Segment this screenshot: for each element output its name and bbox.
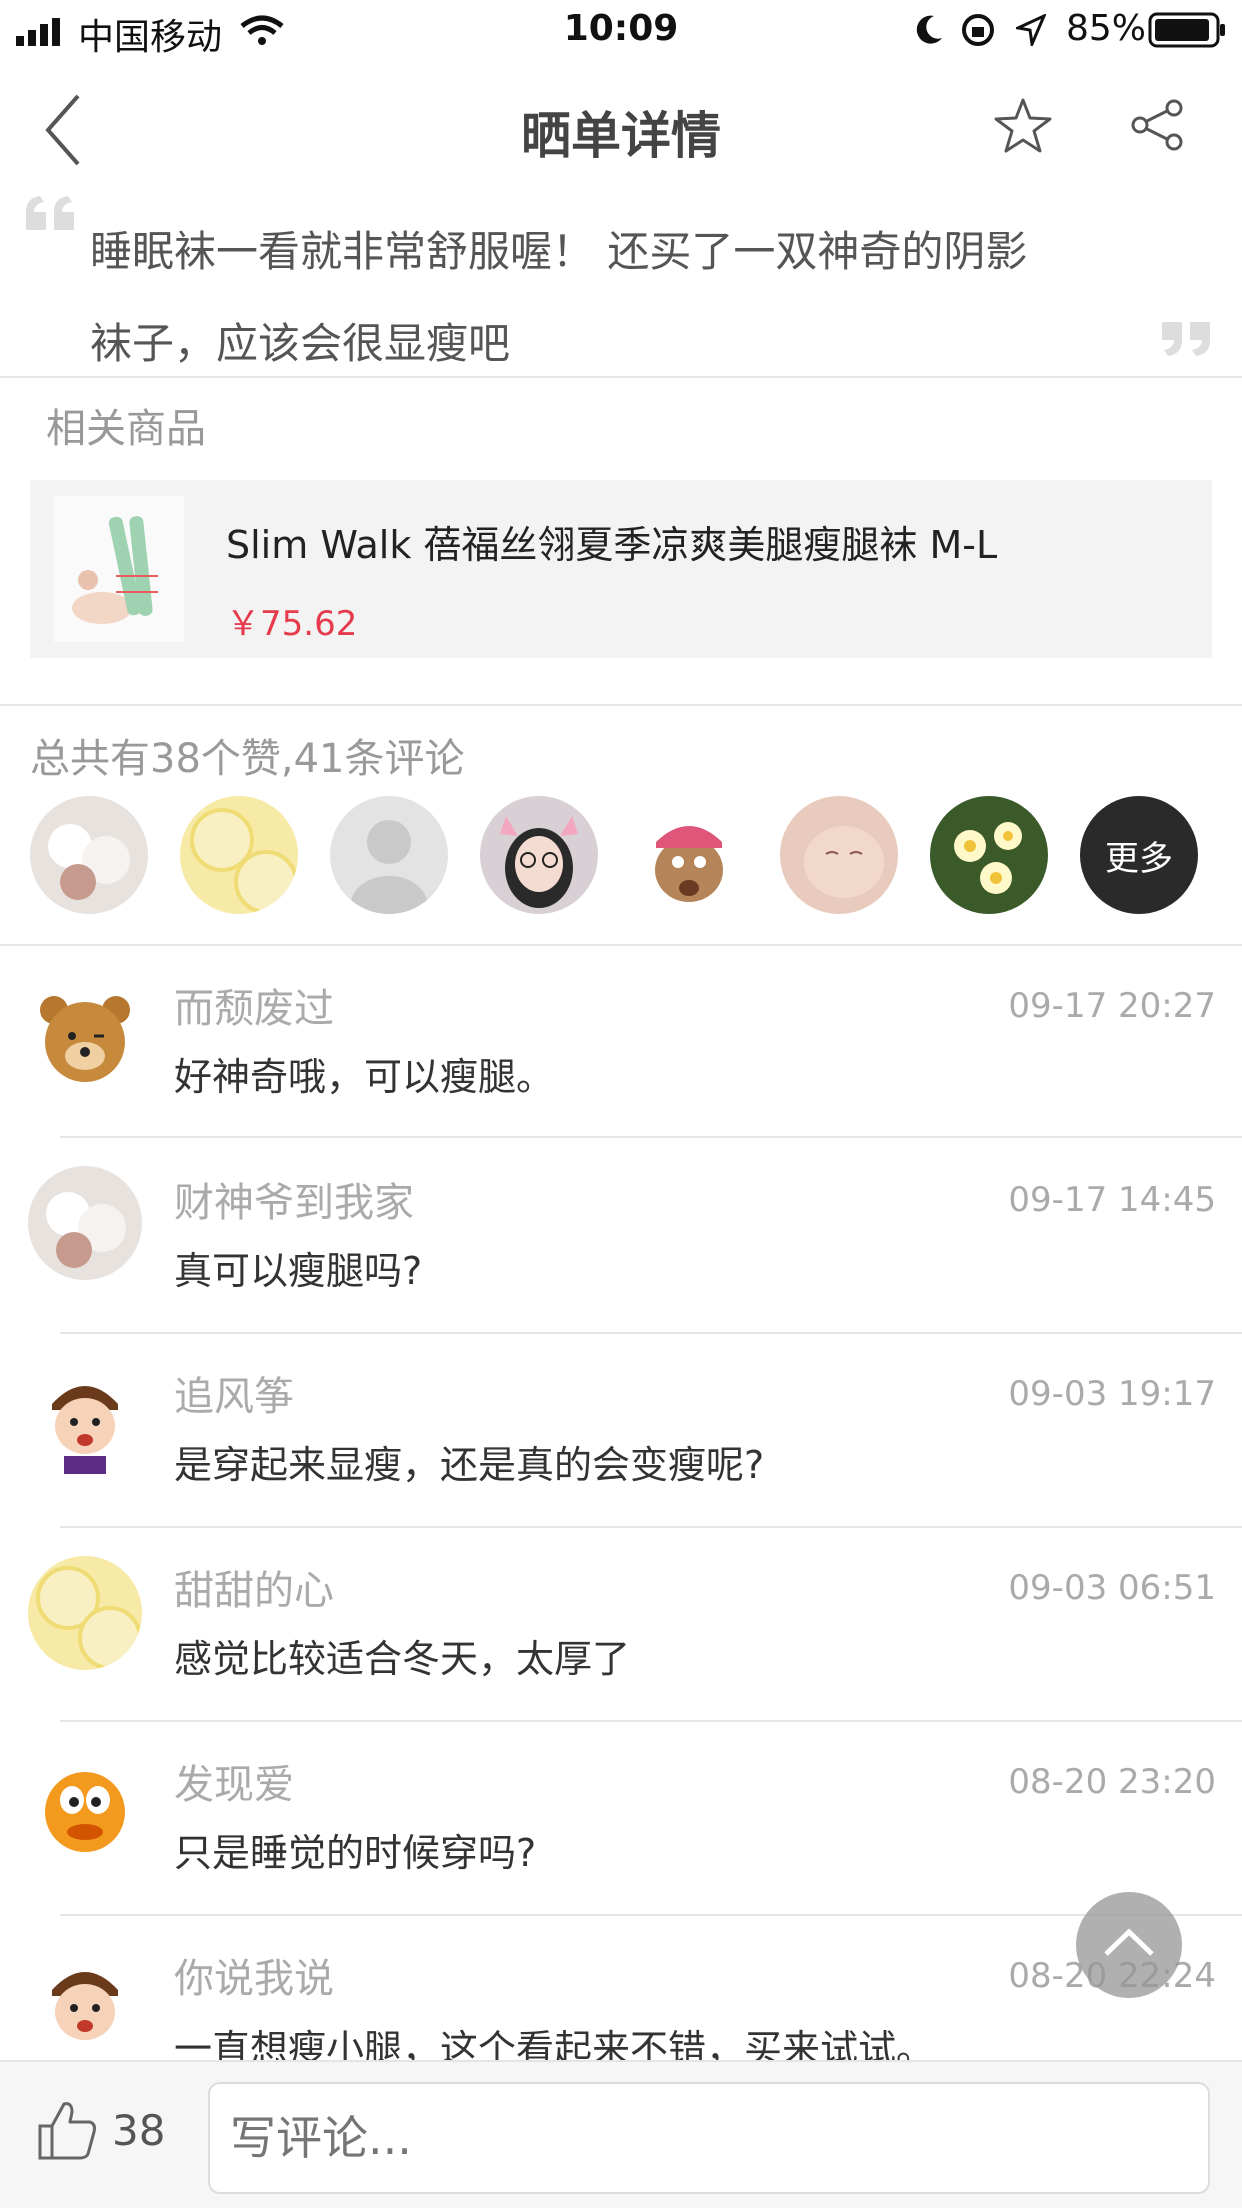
- commenter-avatar[interactable]: [28, 1364, 142, 1478]
- commenter-name: 发现爱: [174, 1762, 294, 1808]
- moon-icon: [916, 15, 942, 44]
- post-text: 睡眠袜一看就非常舒服喔！ 还买了一双神奇的阴影 袜子，应该会很显瘦吧: [90, 206, 1140, 390]
- more-likers-button[interactable]: 更多: [1080, 796, 1198, 914]
- divider: [60, 1526, 1242, 1528]
- more-label: 更多: [1105, 838, 1173, 879]
- related-section-title: 相关商品: [46, 406, 206, 452]
- divider: [60, 1136, 1242, 1138]
- avatar[interactable]: [930, 796, 1048, 914]
- scroll-to-top-button[interactable]: [1076, 1892, 1182, 1998]
- open-quote-icon: [26, 196, 74, 230]
- like-count: 38: [112, 2106, 166, 2155]
- divider: [60, 1720, 1242, 1722]
- product-image: [54, 496, 184, 642]
- likes-summary: 总共有38个赞,41条评论: [30, 736, 465, 782]
- divider: [60, 1332, 1242, 1334]
- location-icon: [1016, 14, 1046, 46]
- battery-percent: 85%: [1066, 8, 1147, 49]
- divider: [0, 376, 1242, 378]
- comment-time: 09-03 19:17: [1008, 1374, 1216, 1414]
- post-text-line: 睡眠袜一看就非常舒服喔！ 还买了一双神奇的阴影: [90, 227, 1028, 276]
- divider: [0, 704, 1242, 706]
- commenter-name: 财神爷到我家: [174, 1180, 414, 1226]
- comment-text: 感觉比较适合冬天，太厚了: [174, 1637, 631, 1681]
- divider: [0, 944, 1242, 946]
- comment-input[interactable]: [208, 2082, 1210, 2194]
- avatar[interactable]: [780, 796, 898, 914]
- comment-time: 09-17 20:27: [1008, 986, 1216, 1026]
- avatar[interactable]: [30, 796, 148, 914]
- comment-time: 08-20 23:20: [1008, 1762, 1216, 1802]
- comment-text: 是穿起来显瘦，还是真的会变瘦呢?: [174, 1443, 765, 1487]
- close-quote-icon: [1162, 322, 1210, 356]
- commenter-avatar[interactable]: [28, 1950, 142, 2064]
- commenter-name: 你说我说: [174, 1956, 334, 2002]
- bottom-bar: 38: [0, 2060, 1242, 2208]
- clock: 10:09: [563, 8, 679, 49]
- comment-text: 好神奇哦，可以瘦腿。: [174, 1055, 555, 1099]
- nav-bar: 晒单详情: [0, 62, 1242, 186]
- commenter-name: 而颓废过: [174, 986, 334, 1032]
- comment-text: 真可以瘦腿吗?: [174, 1249, 423, 1293]
- product-card[interactable]: Slim Walk 蓓福丝翎夏季凉爽美腿瘦腿袜 M-L ￥75.62: [30, 480, 1212, 658]
- battery-icon: [1148, 12, 1225, 48]
- thumbs-up-icon[interactable]: [36, 2098, 100, 2162]
- commenter-name: 追风筝: [174, 1374, 294, 1420]
- comment-text: 只是睡觉的时候穿吗?: [174, 1831, 537, 1875]
- commenter-avatar[interactable]: [28, 1166, 142, 1280]
- star-icon[interactable]: [992, 96, 1054, 156]
- avatar[interactable]: [480, 796, 598, 914]
- comment-time: 09-17 14:45: [1008, 1180, 1216, 1220]
- divider: [60, 1914, 1242, 1916]
- avatar[interactable]: [180, 796, 298, 914]
- rotation-lock-icon: [962, 14, 994, 46]
- product-name: Slim Walk 蓓福丝翎夏季凉爽美腿瘦腿袜 M-L: [226, 523, 998, 567]
- commenter-avatar[interactable]: [28, 1556, 142, 1670]
- chevron-up-icon: [1104, 1928, 1154, 1956]
- avatar[interactable]: [330, 796, 448, 914]
- avatar[interactable]: [630, 796, 748, 914]
- product-price: ￥75.62: [226, 604, 358, 644]
- comment-time: 09-03 06:51: [1008, 1568, 1216, 1608]
- commenter-avatar[interactable]: [28, 980, 142, 1094]
- status-bar: 中国移动 10:09 85%: [0, 0, 1242, 62]
- share-icon[interactable]: [1130, 98, 1186, 152]
- commenter-avatar[interactable]: [28, 1752, 142, 1866]
- page-title: 晒单详情: [521, 107, 721, 165]
- commenter-name: 甜甜的心: [174, 1568, 334, 1614]
